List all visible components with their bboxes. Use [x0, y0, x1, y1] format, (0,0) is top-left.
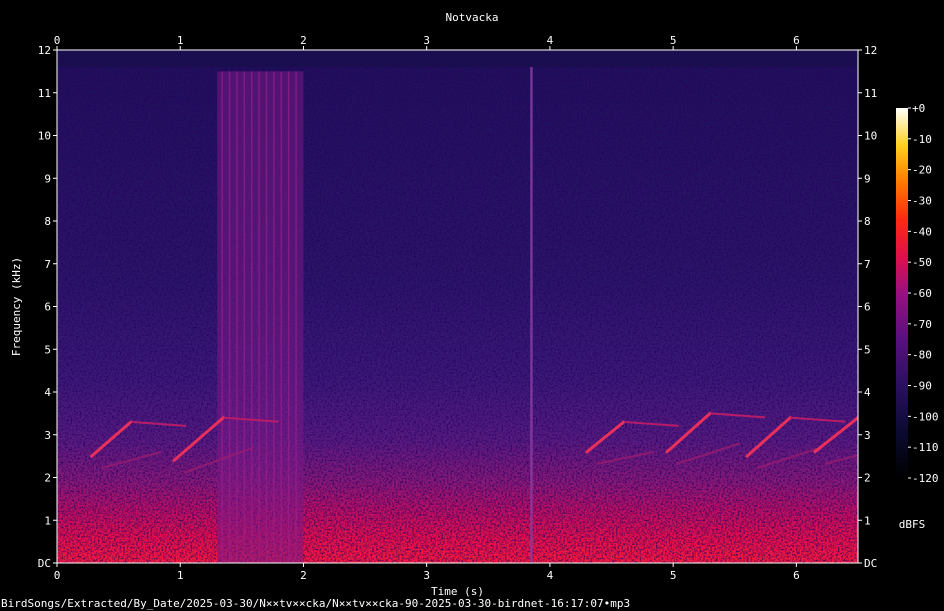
y-tick-label: 6	[864, 301, 871, 314]
colorbar-tick-label: -10	[912, 133, 932, 146]
x-tick-label: 1	[177, 34, 184, 47]
colorbar-ticks: +0 -10 -20 -30 -40 -50 -60 -70 -80 -90 -100 -110 -12…	[908, 102, 939, 485]
y-tick-label: 10	[864, 130, 877, 143]
y-tick-label: 3	[44, 429, 51, 442]
y-tick-label: 3	[864, 429, 871, 442]
colorbar-tick-label: -20	[912, 164, 932, 177]
y-axis-label: Frequency (kHz)	[10, 257, 23, 356]
y-tick-label: 11	[864, 87, 877, 100]
y-tick-label: 4	[44, 386, 51, 399]
x-tick-label: 3	[423, 569, 430, 582]
colorbar-tick-label: -70	[912, 318, 932, 331]
y-tick-label: 8	[864, 215, 871, 228]
y-tick-label: DC	[864, 557, 877, 570]
colorbar-tick-label: -50	[912, 256, 932, 269]
y-tick-label: 9	[864, 172, 871, 185]
x-tick-label: 3	[423, 34, 430, 47]
y-tick-label: 1	[864, 514, 871, 527]
y-tick-label: 8	[44, 215, 51, 228]
x-tick-label: 1	[177, 569, 184, 582]
y-tick-label: 11	[38, 87, 51, 100]
x-tick-label: 0	[54, 34, 61, 47]
colorbar-tick-label: -90	[912, 380, 932, 393]
x-tick-label: 6	[793, 34, 800, 47]
y-tick-label: 9	[44, 172, 51, 185]
colorbar-tick-label: -110	[912, 441, 939, 454]
x-tick-label: 5	[670, 34, 677, 47]
y-tick-label: 7	[44, 258, 51, 271]
colorbar-tick-label: -80	[912, 349, 932, 362]
y-tick-label: 12	[864, 44, 877, 57]
colorbar-tick-label: -30	[912, 195, 932, 208]
x-tick-label: 5	[670, 569, 677, 582]
y-tick-label: 7	[864, 258, 871, 271]
x-tick-label: 2	[300, 569, 307, 582]
y-tick-label: 4	[864, 386, 871, 399]
colorbar-tick-label: -100	[912, 410, 939, 423]
colorbar-tick-label: -40	[912, 225, 932, 238]
x-tick-label: 2	[300, 34, 307, 47]
x-tick-label: 6	[793, 569, 800, 582]
colorbar-tick-label: -120	[912, 472, 939, 485]
colorbar	[896, 108, 908, 478]
colorbar-tick-label: -60	[912, 287, 932, 300]
spectrogram-chart: Notvacka 00112233445566DC DC1 12 23 34 45 56 67…	[1, 11, 939, 610]
x-tick-label: 0	[54, 569, 61, 582]
y-tick-label: 12	[38, 44, 51, 57]
y-tick-label: 2	[44, 472, 51, 485]
y-tick-label: 5	[44, 343, 51, 356]
chart-title: Notvacka	[446, 11, 499, 24]
x-tick-label: 4	[547, 34, 554, 47]
above-nyquist-band	[57, 50, 858, 68]
y-tick-label: DC	[38, 557, 51, 570]
y-tick-label: 2	[864, 472, 871, 485]
colorbar-tick-label: +0	[912, 102, 925, 115]
y-tick-label: 1	[44, 514, 51, 527]
plot-area	[57, 50, 858, 563]
file-path: BirdSongs/Extracted/By_Date/2025-03-30/N…	[1, 597, 630, 610]
spectrogram-noise	[57, 50, 858, 563]
y-tick-label: 6	[44, 301, 51, 314]
colorbar-label: dBFS	[899, 518, 926, 531]
y-tick-label: 5	[864, 343, 871, 356]
x-tick-label: 4	[547, 569, 554, 582]
y-tick-label: 10	[38, 130, 51, 143]
